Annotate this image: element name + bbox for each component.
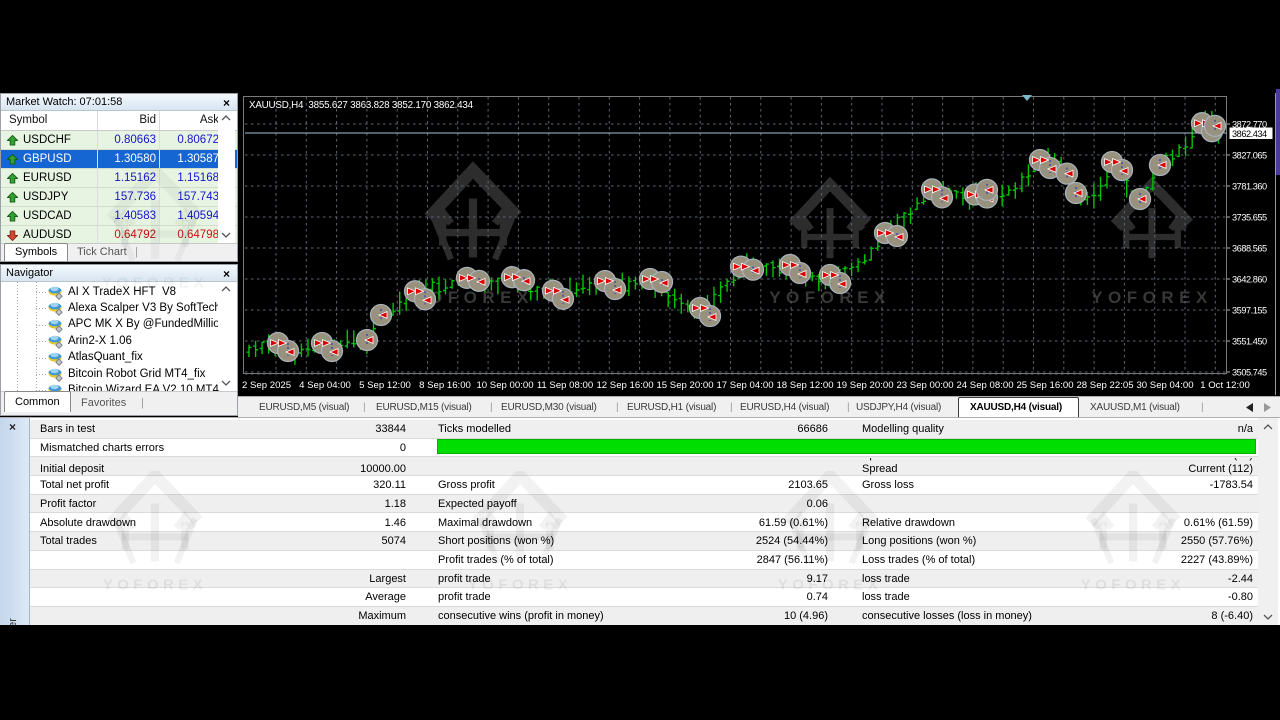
svg-text:15 Sep 20:00: 15 Sep 20:00 [656,380,713,391]
svg-text:3688.565: 3688.565 [1232,244,1267,254]
svg-text:30 Sep 04:00: 30 Sep 04:00 [1136,380,1193,391]
svg-text:5 Sep 12:00: 5 Sep 12:00 [359,380,411,391]
svg-text:8 Sep 16:00: 8 Sep 16:00 [419,380,471,391]
svg-text:YOFOREX: YOFOREX [1091,288,1213,307]
svg-text:12 Sep 16:00: 12 Sep 16:00 [596,380,653,391]
svg-text:19 Sep 20:00: 19 Sep 20:00 [836,380,893,391]
svg-text:3827.065: 3827.065 [1232,151,1267,161]
svg-text:3735.655: 3735.655 [1232,213,1267,223]
svg-text:2 Sep 2025: 2 Sep 2025 [242,380,291,391]
svg-text:11 Sep 08:00: 11 Sep 08:00 [537,380,593,391]
svg-text:XAUUSD,H4 3855.627 3863.828 3: XAUUSD,H4 3855.627 3863.828 3852.170 386… [249,100,474,111]
svg-text:1 Oct 12:00: 1 Oct 12:00 [1200,380,1250,391]
svg-text:28 Sep 22:05: 28 Sep 22:05 [1076,380,1133,391]
svg-text:3642.860: 3642.860 [1232,275,1267,285]
svg-text:10 Sep 00:00: 10 Sep 00:00 [476,380,533,391]
svg-text:24 Sep 08:00: 24 Sep 08:00 [956,380,1013,391]
svg-text:25 Sep 16:00: 25 Sep 16:00 [1016,380,1073,391]
svg-text:3781.360: 3781.360 [1232,182,1267,192]
svg-text:23 Sep 00:00: 23 Sep 00:00 [896,380,953,391]
svg-text:17 Sep 04:00: 17 Sep 04:00 [716,380,773,391]
svg-text:3505.745: 3505.745 [1232,368,1267,378]
svg-text:3862.434: 3862.434 [1232,129,1267,139]
svg-text:4 Sep 04:00: 4 Sep 04:00 [299,380,351,391]
svg-text:YOFOREX: YOFOREX [769,288,891,307]
svg-text:3597.155: 3597.155 [1232,306,1267,316]
svg-text:3551.450: 3551.450 [1232,337,1267,347]
svg-text:18 Sep 12:00: 18 Sep 12:00 [776,380,833,391]
